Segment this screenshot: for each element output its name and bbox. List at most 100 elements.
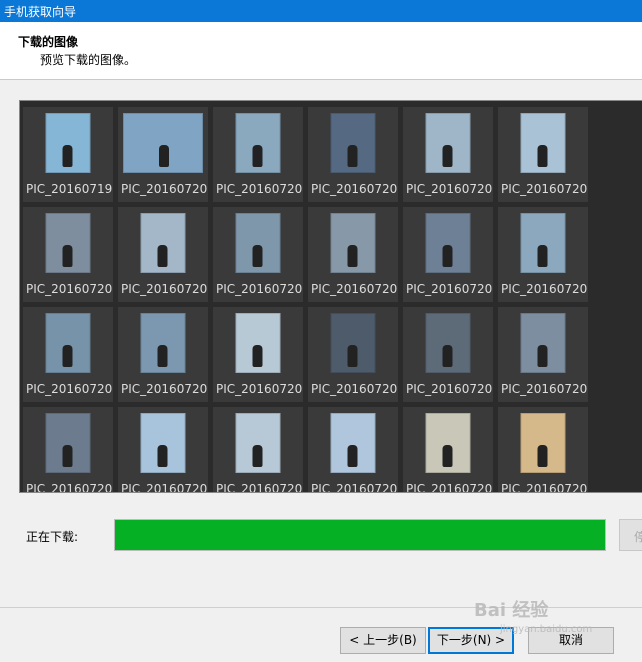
photo-subject <box>62 445 73 467</box>
back-button[interactable]: < 上一步(B) <box>340 627 426 654</box>
image-thumbnail <box>425 413 471 473</box>
image-thumbnail <box>235 313 281 373</box>
image-thumbnail <box>425 213 471 273</box>
image-filename: PIC_20160720... <box>121 282 208 296</box>
page-title: 下载的图像 <box>18 35 79 49</box>
photo-subject <box>537 145 548 167</box>
page-subtitle: 预览下载的图像。 <box>40 53 137 67</box>
image-tile[interactable]: PIC_20160720... <box>308 407 398 493</box>
image-filename: PIC_20160720... <box>406 282 493 296</box>
image-filename: PIC_20160720... <box>501 482 588 493</box>
image-filename: PIC_20160720... <box>26 282 113 296</box>
image-tile[interactable]: PIC_20160720... <box>23 207 113 302</box>
image-filename: PIC_20160720... <box>311 282 398 296</box>
image-tile[interactable]: PIC_20160720... <box>403 107 493 202</box>
image-tile[interactable]: PIC_20160720... <box>498 107 588 202</box>
image-thumbnail <box>140 213 186 273</box>
image-thumbnail <box>140 413 186 473</box>
photo-subject <box>252 145 263 167</box>
image-tile[interactable]: PIC_20160720... <box>403 307 493 402</box>
watermark-url: jingyan.baidu.com <box>500 624 593 635</box>
image-tile[interactable]: PIC_20160720... <box>403 207 493 302</box>
baidu-watermark-logo: Bai 经验 jingyan.baidu.com <box>474 596 592 635</box>
image-filename: PIC_20160720... <box>311 482 398 493</box>
photo-subject <box>347 245 358 267</box>
image-filename: PIC_20160720... <box>406 182 493 196</box>
image-thumbnail <box>45 113 91 173</box>
image-tile[interactable]: PIC_20160720... <box>213 307 303 402</box>
image-thumbnail <box>45 213 91 273</box>
photo-subject <box>537 245 548 267</box>
image-filename: PIC_20160720... <box>501 382 588 396</box>
photo-subject <box>157 445 168 467</box>
image-preview-gallery[interactable]: PIC_20160719... PIC_20160720... PIC_201607… <box>19 100 642 493</box>
photo-subject <box>442 345 453 367</box>
image-filename: PIC_20160720... <box>216 282 303 296</box>
image-tile[interactable]: PIC_20160720... <box>213 107 303 202</box>
photo-subject <box>157 345 168 367</box>
image-tile[interactable]: PIC_20160720... <box>23 307 113 402</box>
photo-subject <box>442 245 453 267</box>
image-filename: PIC_20160720... <box>216 482 303 493</box>
image-tile[interactable]: PIC_20160720... <box>213 207 303 302</box>
image-thumbnail <box>330 213 376 273</box>
image-filename: PIC_20160720... <box>311 382 398 396</box>
image-filename: PIC_20160720... <box>121 482 208 493</box>
image-filename: PIC_20160720... <box>406 482 493 493</box>
image-tile[interactable]: PIC_20160720... <box>498 407 588 493</box>
image-tile[interactable]: PIC_20160720... <box>498 207 588 302</box>
image-thumbnail <box>140 313 186 373</box>
image-tile[interactable]: PIC_20160720... <box>498 307 588 402</box>
image-thumbnail <box>235 113 281 173</box>
wizard-header: 下载的图像 预览下载的图像。 <box>0 22 642 80</box>
photo-subject <box>442 145 453 167</box>
image-thumbnail <box>520 313 566 373</box>
image-tile[interactable]: PIC_20160720... <box>403 407 493 493</box>
image-thumbnail <box>425 313 471 373</box>
image-tile[interactable]: PIC_20160720... <box>118 307 208 402</box>
photo-subject <box>347 445 358 467</box>
photo-subject <box>252 445 263 467</box>
photo-subject <box>62 245 73 267</box>
image-thumbnail <box>330 113 376 173</box>
image-tile[interactable]: PIC_20160720... <box>308 107 398 202</box>
photo-subject <box>252 345 263 367</box>
image-thumbnail <box>520 213 566 273</box>
photo-subject <box>347 145 358 167</box>
image-tile[interactable]: PIC_20160720... <box>213 407 303 493</box>
image-thumbnail <box>45 413 91 473</box>
image-thumbnail <box>520 413 566 473</box>
image-thumbnail <box>330 313 376 373</box>
photo-subject <box>442 445 453 467</box>
title-bar: 手机获取向导 <box>0 0 642 22</box>
stop-button[interactable]: 停 <box>619 519 642 551</box>
photo-subject <box>537 445 548 467</box>
image-thumbnail <box>520 113 566 173</box>
image-filename: PIC_20160720... <box>501 182 588 196</box>
image-tile[interactable]: PIC_20160720... <box>118 207 208 302</box>
watermark-text: Bai 经验 <box>474 600 549 621</box>
image-filename: PIC_20160720... <box>216 382 303 396</box>
image-filename: PIC_20160720... <box>216 182 303 196</box>
photo-subject <box>537 345 548 367</box>
download-progress-bar <box>114 519 606 551</box>
image-filename: PIC_20160720... <box>121 382 208 396</box>
image-tile[interactable]: PIC_20160720... <box>118 107 208 202</box>
image-tile[interactable]: PIC_20160720... <box>23 407 113 492</box>
image-tile[interactable]: PIC_20160720... <box>308 207 398 302</box>
image-thumbnail <box>123 113 203 173</box>
image-thumbnail <box>235 213 281 273</box>
image-filename: PIC_20160720... <box>311 182 398 196</box>
photo-subject <box>62 145 73 167</box>
photo-subject <box>347 345 358 367</box>
image-thumbnail <box>45 313 91 373</box>
image-tile[interactable]: PIC_20160720... <box>118 407 208 493</box>
image-tile[interactable]: PIC_20160720... <box>308 307 398 402</box>
image-thumbnail <box>330 413 376 473</box>
image-thumbnail <box>425 113 471 173</box>
image-filename: PIC_20160720... <box>406 382 493 396</box>
image-filename: PIC_20160720... <box>501 282 588 296</box>
image-filename: PIC_20160719... <box>26 182 113 196</box>
window-title: 手机获取向导 <box>4 5 77 19</box>
image-tile[interactable]: PIC_20160719... <box>23 107 113 202</box>
